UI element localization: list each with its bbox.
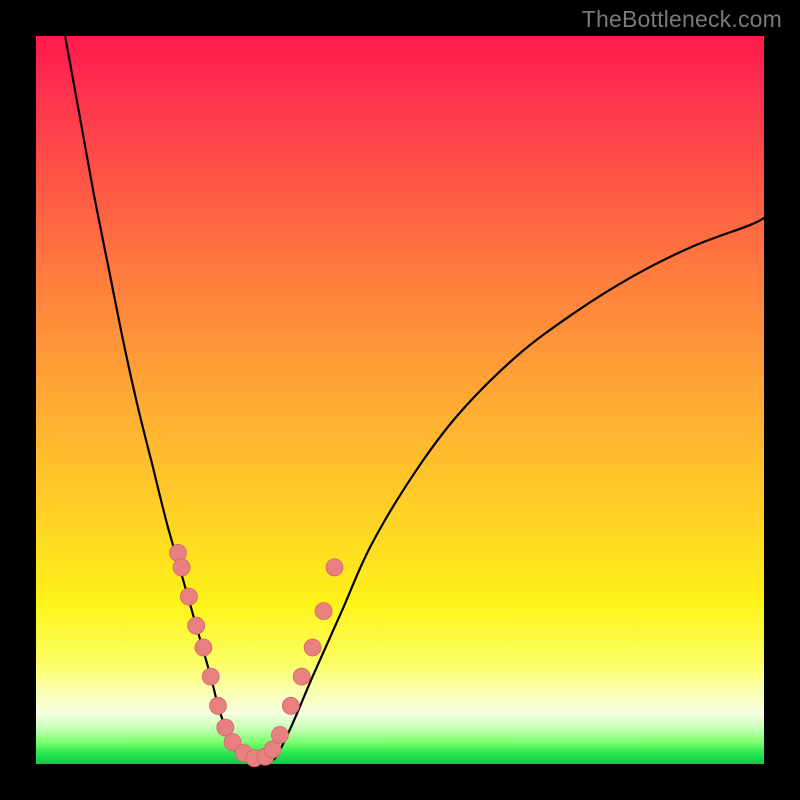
sample-dot [271,726,288,743]
sample-dot [293,668,310,685]
sample-dot [195,639,212,656]
chart-frame: TheBottleneck.com [0,0,800,800]
sample-dot [210,697,227,714]
sample-dot [304,639,321,656]
plot-area [36,36,764,764]
watermark-text: TheBottleneck.com [582,6,782,33]
bottleneck-curve [65,36,764,761]
curve-layer [36,36,764,764]
sample-dot [180,588,197,605]
sample-dot [188,617,205,634]
sample-dot [326,559,343,576]
sample-dot [173,559,190,576]
sample-dot [202,668,219,685]
sample-dot [315,603,332,620]
sample-dot [282,697,299,714]
